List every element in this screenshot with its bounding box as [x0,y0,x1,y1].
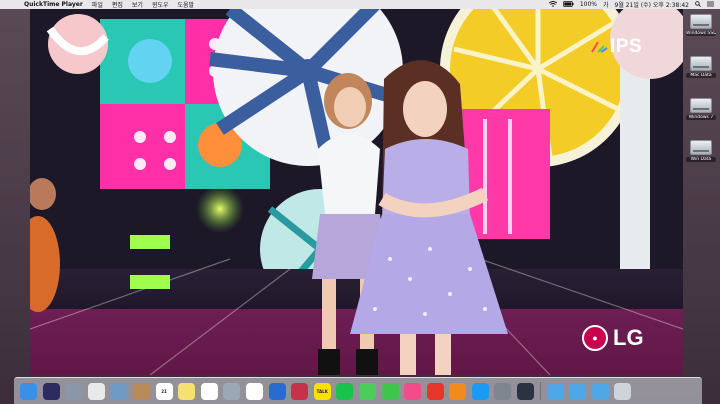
drive-label: Windows 7 [686,115,716,120]
dock-finder-icon[interactable] [20,382,37,400]
spotlight-icon[interactable] [695,0,701,9]
dock-siri-icon[interactable] [42,382,60,400]
hard-drive-icon [690,98,712,113]
hard-drive-icon [690,140,712,155]
drive-label: Win Data [686,157,716,162]
drive-label: Mac Data [686,73,716,78]
broadcaster-logo: IPS [590,36,642,58]
dock-app-store-icon[interactable] [471,382,489,400]
dock-photos-icon[interactable] [245,382,263,400]
drive-label: Windows SSD [686,31,716,36]
menu-window[interactable]: 윈도우 [152,0,169,9]
dock-contacts-icon[interactable] [132,382,150,400]
input-source-indicator[interactable]: 가 [603,0,609,9]
desktop-drive-windows-7[interactable]: Windows 7 [686,98,716,120]
video-scene [30,9,683,375]
dock-downloads-folder-icon[interactable] [591,382,609,400]
quicktime-video-frame[interactable]: IPS ● LG [30,9,683,375]
desktop-drive-mac-data[interactable]: Mac Data [686,56,716,78]
dock: 21 TALK [14,377,702,404]
dock-reminders-icon[interactable] [200,382,218,400]
battery-percent: 100% [579,1,597,8]
lg-face-icon: ● [582,325,608,351]
menu-view[interactable]: 보기 [132,0,143,9]
sponsor-logo-text: LG [613,325,644,350]
menu-file[interactable]: 파일 [92,0,103,9]
dock-ibooks-icon[interactable] [449,382,467,400]
dock-calendar-icon[interactable]: 21 [155,382,173,400]
notification-center-icon[interactable] [707,1,714,9]
dock-keynote-icon[interactable] [268,382,286,400]
desktop-drive-windows-ssd[interactable]: Windows SSD [686,14,716,36]
dock-icon-text: TALK [316,388,328,394]
hard-drive-icon [690,14,712,29]
menu-bar: QuickTime Player 파일 편집 보기 윈도우 도움말 100% 가… [0,0,720,9]
dock-photo-booth-icon[interactable] [291,382,309,400]
dock-applications-folder-icon[interactable] [546,382,564,400]
status-area: 100% 가 9월 21일 (수) 오후 2:38:42 [548,0,714,9]
dock-chrome-icon[interactable] [87,382,105,400]
dock-facetime-icon[interactable] [381,382,399,400]
menu-help[interactable]: 도움말 [178,0,195,9]
dock-itunes-icon[interactable] [404,382,422,400]
dock-icon-text: 21 [161,388,167,394]
clock[interactable]: 9월 21일 (수) 오후 2:38:42 [615,0,690,9]
dock-line-icon[interactable] [336,382,354,400]
dock-messages-icon[interactable] [358,382,376,400]
dock-kakaotalk-icon[interactable]: TALK [313,382,331,400]
dock-trash-icon[interactable] [614,382,632,400]
menu-edit[interactable]: 편집 [112,0,123,9]
app-menu-name[interactable]: QuickTime Player [24,1,83,8]
dock-image-capture-icon[interactable] [223,382,241,400]
dock-documents-folder-icon[interactable] [569,382,587,400]
sponsor-logo: ● LG [582,325,644,351]
wifi-icon[interactable] [548,0,558,9]
dock-system-preferences-icon[interactable] [494,382,512,400]
desktop-drive-win-data[interactable]: Win Data [686,140,716,162]
dock-music-player-icon[interactable] [426,382,444,400]
dock-quicktime-icon[interactable] [517,382,535,400]
dock-launchpad-icon[interactable] [65,382,83,400]
broadcaster-logo-text: IPS [610,36,643,57]
rainbow-logo-icon [591,41,608,53]
dock-preview-icon[interactable] [110,382,128,400]
dock-notes-icon[interactable] [178,382,196,400]
hard-drive-icon [690,56,712,71]
dock-separator [539,382,541,400]
battery-icon[interactable] [562,0,574,9]
